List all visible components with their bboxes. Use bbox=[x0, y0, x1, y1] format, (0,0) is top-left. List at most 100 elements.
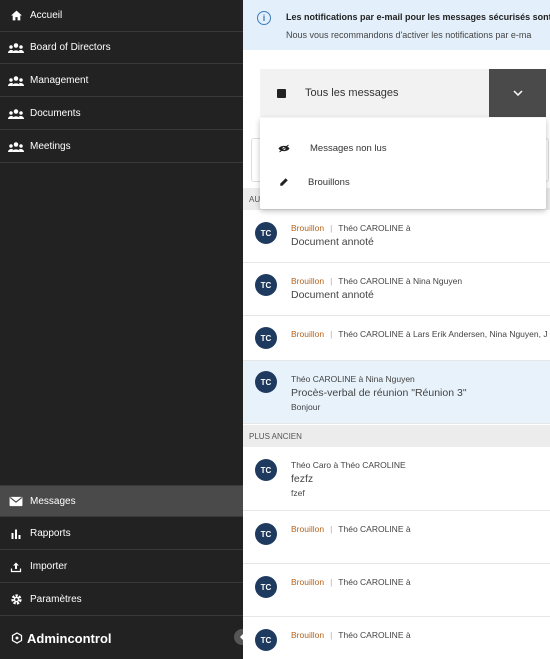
sidebar-item-messages[interactable]: Messages bbox=[0, 485, 243, 517]
people-icon bbox=[8, 40, 24, 56]
sidebar-item-accueil[interactable]: Accueil bbox=[0, 0, 243, 32]
message-participants: Théo CAROLINE à Lars Erik Andersen, Nina… bbox=[338, 329, 548, 339]
message-meta: Brouillon | Théo CAROLINE à bbox=[291, 524, 411, 534]
draft-label: Brouillon bbox=[291, 630, 325, 640]
avatar: TC bbox=[255, 327, 277, 349]
message-participants: Théo CAROLINE à bbox=[338, 630, 411, 640]
message-row[interactable]: TC Brouillon | Théo CAROLINE à bbox=[243, 564, 550, 617]
message-row[interactable]: TC Brouillon | Théo CAROLINE à Document an… bbox=[243, 210, 550, 263]
section-label: AU bbox=[249, 194, 261, 204]
message-subject: Document annoté bbox=[291, 236, 374, 248]
message-subject: Document annoté bbox=[291, 289, 374, 301]
message-participants: Théo CAROLINE à Nina Nguyen bbox=[291, 374, 415, 384]
bar-chart-icon bbox=[8, 526, 24, 542]
banner-title: Les notifications par e-mail pour les me… bbox=[286, 12, 550, 22]
message-meta: Brouillon | Théo CAROLINE à bbox=[291, 577, 411, 587]
draft-label: Brouillon bbox=[291, 223, 325, 233]
brand-name: Admincontrol bbox=[27, 630, 112, 646]
sidebar-item-label: Management bbox=[30, 75, 89, 86]
message-row[interactable]: TC Brouillon | Théo CAROLINE à Lars Erik A… bbox=[243, 316, 550, 361]
separator: | bbox=[330, 577, 333, 587]
message-filter-select[interactable]: Tous les messages bbox=[260, 69, 489, 117]
message-row[interactable]: TC Brouillon | Théo CAROLINE à Nina Nguyen… bbox=[243, 263, 550, 316]
sidebar-item-documents[interactable]: Documents bbox=[0, 98, 243, 130]
avatar: TC bbox=[255, 222, 277, 244]
logo-icon bbox=[10, 631, 24, 645]
sidebar-item-importer[interactable]: Importer bbox=[0, 551, 243, 583]
sidebar-item-label: Board of Directors bbox=[30, 42, 111, 53]
message-meta: Brouillon | Théo CAROLINE à Nina Nguyen bbox=[291, 276, 462, 286]
draft-label: Brouillon bbox=[291, 329, 325, 339]
people-icon bbox=[8, 139, 24, 155]
home-icon bbox=[8, 8, 24, 24]
separator: | bbox=[330, 223, 333, 233]
section-header-older: PLUS ANCIEN bbox=[243, 425, 550, 447]
message-participants: Théo CAROLINE à bbox=[338, 577, 411, 587]
message-subject: Procès-verbal de réunion "Réunion 3" bbox=[291, 387, 467, 399]
message-row[interactable]: TC Théo Caro à Théo CAROLINE fezfz fzef bbox=[243, 447, 550, 511]
separator: | bbox=[330, 524, 333, 534]
eye-off-icon bbox=[278, 142, 290, 154]
people-icon bbox=[8, 106, 24, 122]
avatar: TC bbox=[255, 459, 277, 481]
message-row[interactable]: TC Brouillon | Théo CAROLINE à bbox=[243, 511, 550, 564]
section-label: PLUS ANCIEN bbox=[249, 431, 302, 441]
message-meta: Brouillon | Théo CAROLINE à bbox=[291, 630, 411, 640]
filter-dropdown-button[interactable] bbox=[489, 69, 546, 117]
dropdown-item-label: Messages non lus bbox=[310, 142, 387, 154]
avatar: TC bbox=[255, 629, 277, 651]
message-participants: Théo CAROLINE à Nina Nguyen bbox=[338, 276, 463, 286]
message-preview: fzef bbox=[291, 488, 305, 498]
avatar: TC bbox=[255, 523, 277, 545]
message-participants: Théo Caro à Théo CAROLINE bbox=[291, 460, 406, 470]
avatar: TC bbox=[255, 576, 277, 598]
message-meta: Théo CAROLINE à Nina Nguyen bbox=[291, 374, 415, 384]
upload-icon bbox=[8, 559, 24, 575]
separator: | bbox=[330, 329, 333, 339]
banner-body: Nous vous recommandons d'activer les not… bbox=[286, 30, 532, 40]
message-participants: Théo CAROLINE à bbox=[338, 524, 411, 534]
sidebar-item-parametres[interactable]: Paramètres bbox=[0, 584, 243, 616]
pencil-icon bbox=[278, 176, 290, 188]
message-participants: Théo CAROLINE à bbox=[338, 223, 411, 233]
notification-banner: i Les notifications par e-mail pour les … bbox=[243, 0, 550, 50]
sidebar-item-label: Documents bbox=[30, 108, 81, 119]
draft-label: Brouillon bbox=[291, 577, 325, 587]
message-subject: fezfz bbox=[291, 473, 314, 485]
sidebar: Accueil Board of Directors Management Do… bbox=[0, 0, 243, 659]
message-row[interactable]: TC Théo CAROLINE à Nina Nguyen Procès-ve… bbox=[243, 361, 550, 424]
sidebar-item-label: Paramètres bbox=[30, 594, 82, 605]
avatar: TC bbox=[255, 274, 277, 296]
message-meta: Théo Caro à Théo CAROLINE bbox=[291, 460, 406, 470]
sidebar-item-label: Rapports bbox=[30, 528, 71, 539]
square-icon bbox=[277, 88, 286, 98]
dropdown-item-unread[interactable]: Messages non lus bbox=[260, 133, 546, 163]
message-meta: Brouillon | Théo CAROLINE à bbox=[291, 223, 411, 233]
sidebar-item-management[interactable]: Management bbox=[0, 65, 243, 97]
draft-label: Brouillon bbox=[291, 276, 325, 286]
separator: | bbox=[330, 276, 333, 286]
sidebar-item-label: Importer bbox=[30, 561, 68, 572]
sidebar-item-label: Messages bbox=[30, 495, 76, 507]
message-row[interactable]: TC Brouillon | Théo CAROLINE à bbox=[243, 617, 550, 659]
sidebar-item-meetings[interactable]: Meetings bbox=[0, 131, 243, 163]
filter-selected-label: Tous les messages bbox=[305, 87, 399, 99]
message-preview: Bonjour bbox=[291, 402, 321, 412]
sidebar-item-rapports[interactable]: Rapports bbox=[0, 518, 243, 550]
chevron-down-icon bbox=[512, 90, 523, 96]
sidebar-item-label: Accueil bbox=[30, 10, 63, 21]
brand-logo: Admincontrol bbox=[0, 617, 243, 659]
message-meta: Brouillon | Théo CAROLINE à Lars Erik Ande… bbox=[291, 329, 548, 339]
draft-label: Brouillon bbox=[291, 524, 325, 534]
dropdown-item-drafts[interactable]: Brouillons bbox=[260, 167, 546, 197]
mail-icon bbox=[8, 493, 24, 509]
filter-dropdown-menu: Messages non lus Brouillons bbox=[260, 118, 546, 209]
people-icon bbox=[8, 73, 24, 89]
gear-icon bbox=[8, 592, 24, 608]
messages-panel: i Les notifications par e-mail pour les … bbox=[243, 0, 550, 659]
sidebar-item-board-of-directors[interactable]: Board of Directors bbox=[0, 32, 243, 64]
info-icon: i bbox=[257, 11, 271, 25]
dropdown-item-label: Brouillons bbox=[308, 176, 350, 188]
separator: | bbox=[330, 630, 333, 640]
avatar: TC bbox=[255, 371, 277, 393]
